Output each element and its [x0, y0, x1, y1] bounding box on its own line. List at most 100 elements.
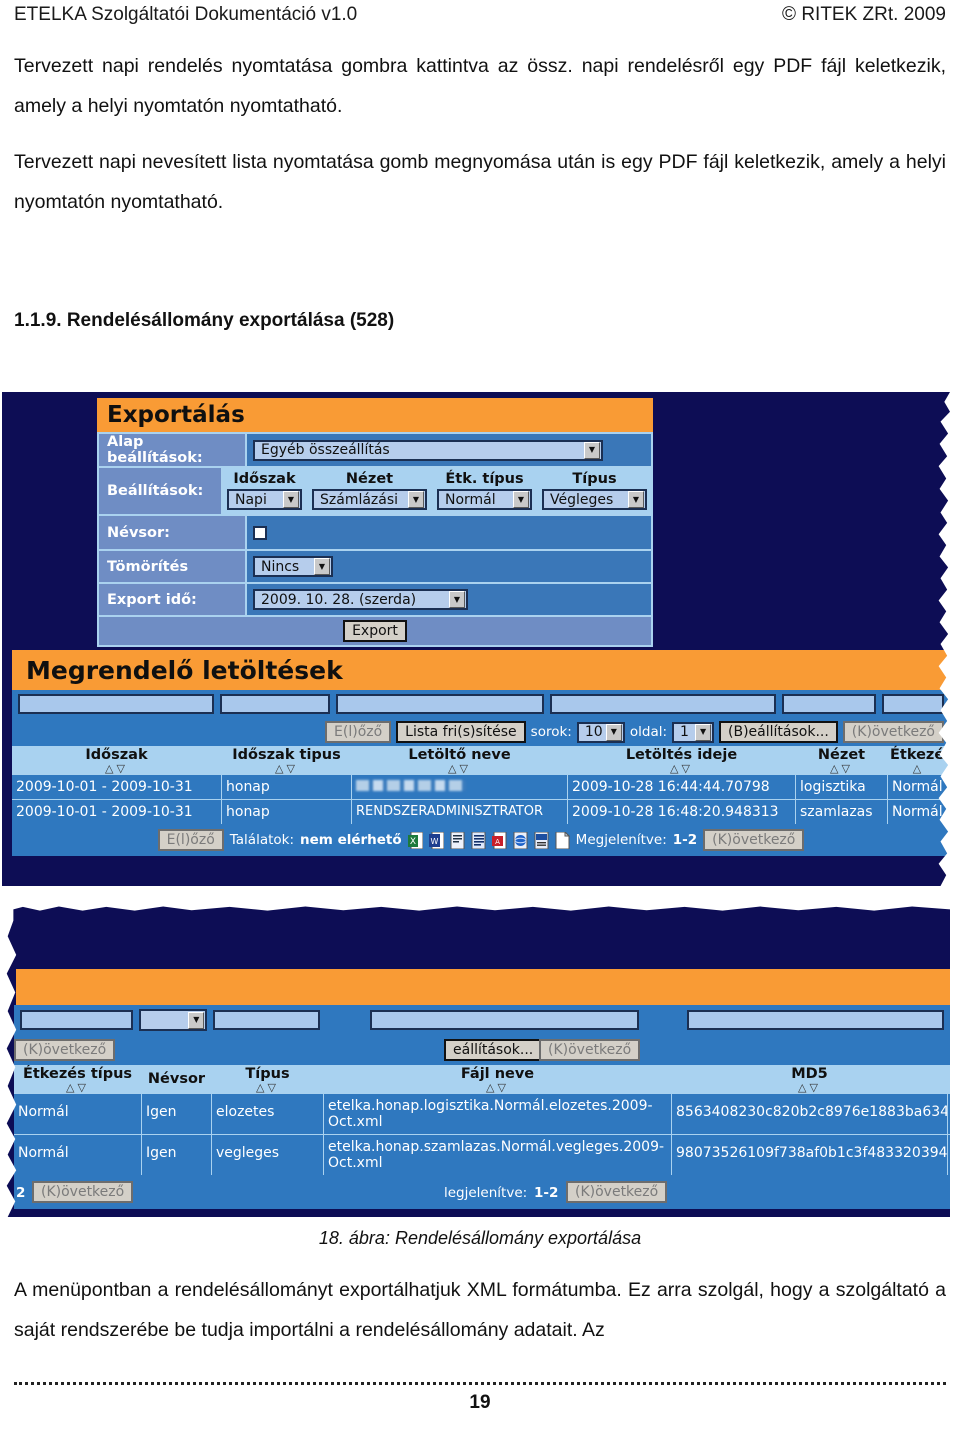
document-copyright: © RITEK ZRt. 2009 [782, 4, 946, 25]
th-letoltes-ideje[interactable]: Letöltés ideje △▽ [568, 746, 796, 774]
sort-arrows-icon[interactable]: △▽ [354, 763, 565, 774]
sort-arrows-icon[interactable]: △▽ [16, 1082, 139, 1093]
excel-icon[interactable]: X [407, 831, 424, 849]
th-md5[interactable]: MD5 △▽ [672, 1065, 948, 1093]
filter-input-idoszak[interactable] [18, 694, 215, 714]
th-fajl-neve[interactable]: Fájl neve △▽ [324, 1065, 672, 1093]
th-letoltes-ideje-label: Letöltés ideje [625, 747, 738, 763]
table-row[interactable]: Normál Igen elozetes etelka.honap.logisz… [14, 1093, 950, 1134]
th-idoszak-tipus[interactable]: Időszak tipus △▽ [222, 746, 352, 774]
rows-label: sorok: [530, 724, 572, 740]
sort-arrows-icon[interactable]: △▽ [214, 1082, 321, 1093]
detail-settings-button[interactable]: eállítások... [444, 1039, 543, 1061]
filter-input-etkezes[interactable] [882, 694, 944, 714]
sort-arrows-icon[interactable]: △▽ [224, 763, 349, 774]
downloads-footer-toolbar: E(l)őző Találatok: nem elérhető X W A Me… [12, 824, 950, 856]
refresh-list-button[interactable]: Lista fri(s)sítése [396, 721, 526, 743]
word-icon[interactable]: W [428, 831, 445, 849]
screenshot-export-panel: Exportálás Alap beállítások: Egyéb össze… [2, 392, 950, 886]
cell-etkezes: Normál [888, 775, 950, 799]
sort-arrows-icon[interactable]: △▽ [674, 1082, 945, 1093]
export-button[interactable]: Export [343, 620, 407, 642]
detail-footer-prev-button[interactable]: (K)övetkező [32, 1181, 134, 1203]
th-tipus[interactable]: Típus △▽ [212, 1065, 324, 1093]
footer-next-button[interactable]: (K)övetkező [703, 829, 805, 851]
page-value: 1 [680, 724, 689, 740]
chevron-down-icon: ▼ [584, 441, 600, 459]
th-etkezes[interactable]: Étkezés △ [888, 746, 950, 774]
settings-button[interactable]: (B)eállítások... [719, 721, 838, 743]
chevron-down-icon: ▼ [513, 491, 529, 508]
html-icon[interactable] [513, 831, 528, 849]
table-row[interactable]: 2009-10-01 - 2009-10-31 honap 2009-10-28… [12, 774, 950, 799]
select-tipus[interactable]: Végleges ▼ [542, 489, 647, 510]
pdf-icon[interactable]: A [491, 831, 507, 849]
filter-input-letolto-neve[interactable] [335, 694, 544, 714]
filter-input-idoszak-tipus[interactable] [220, 694, 330, 714]
field-alap-beallitasok: Egyéb összeállítás ▼ [247, 434, 651, 466]
text-icon[interactable] [471, 831, 486, 849]
th-nevsor-label: Névsor [147, 1071, 206, 1087]
table-row[interactable]: Normál Igen vegleges etelka.honap.szamla… [14, 1134, 950, 1175]
cell-md5: 98073526109f738af0b1c3f483320394 [672, 1135, 948, 1175]
rtf-icon[interactable] [450, 831, 465, 849]
cell-fajl-neve: etelka.honap.logisztika.Normál.elozetes.… [324, 1094, 672, 1134]
table-row[interactable]: 2009-10-01 - 2009-10-31 honap RENDSZERAD… [12, 799, 950, 824]
sort-arrows-icon[interactable]: △▽ [14, 763, 219, 774]
cell-idoszak-tipus: honap [222, 800, 352, 824]
filter-input-nezet[interactable] [782, 694, 877, 714]
th-etkezes-tipus[interactable]: Étkezés típus △▽ [14, 1065, 142, 1093]
select-export-ido[interactable]: 2009. 10. 28. (szerda) ▼ [253, 589, 468, 610]
section-heading: 1.1.9. Rendelésállomány exportálása (528… [14, 310, 395, 331]
th-etkezes-tipus-label: Étkezés típus [22, 1066, 133, 1082]
sort-arrows-icon[interactable]: △ [890, 763, 947, 774]
next-page-button[interactable]: (K)övetkező [842, 721, 944, 743]
paragraph-3: A menüpontban a rendelésállományt export… [14, 1279, 946, 1341]
col-header-etk-tipus: Étk. típus [445, 471, 524, 487]
sort-arrows-icon[interactable]: △▽ [798, 763, 885, 774]
select-alap-beallitasok[interactable]: Egyéb összeállítás ▼ [253, 439, 603, 461]
th-letolto-neve[interactable]: Letöltő neve △▽ [352, 746, 568, 774]
detail-next-button[interactable]: (K)övetkező [539, 1039, 641, 1061]
xml-icon[interactable] [534, 831, 549, 849]
th-nezet[interactable]: Nézet △▽ [796, 746, 888, 774]
downloads-filter-row [12, 690, 950, 718]
prev-page-button[interactable]: E(l)őző [325, 721, 392, 743]
row-export-ido: Export idő: 2009. 10. 28. (szerda) ▼ [99, 584, 651, 617]
select-idoszak[interactable]: Napi ▼ [227, 489, 302, 510]
select-tomorites-value: Nincs [261, 558, 300, 575]
footer-prev-button[interactable]: E(l)őző [157, 829, 224, 851]
select-alap-beallitasok-value: Egyéb összeállítás [261, 442, 390, 458]
filter-select-nevsor[interactable]: ▼ [138, 1009, 208, 1031]
sort-arrows-icon[interactable]: △▽ [326, 1082, 669, 1093]
downloads-panel-title: Megrendelő letöltések [12, 650, 950, 690]
redacted-name [356, 780, 466, 791]
row-nevsor: Névsor: [99, 516, 651, 551]
filter-input-fajl-neve[interactable] [370, 1010, 640, 1030]
cell-tipus: elozetes [212, 1094, 324, 1134]
detail-footer-next-button[interactable]: (K)övetkező [566, 1181, 668, 1203]
cell-md5: 8563408230c820b2c8976e1883ba6346 [672, 1094, 948, 1134]
filter-input-letoltes-ideje[interactable] [549, 694, 777, 714]
th-idoszak[interactable]: Időszak △▽ [12, 746, 222, 774]
th-nevsor[interactable]: Névsor [142, 1065, 212, 1093]
rows-per-page-select[interactable]: 10 ▼ [576, 721, 625, 743]
field-beallitasok: Időszak Nézet Étk. típus Típus Napi ▼ Sz… [223, 468, 651, 514]
document-title: ETELKA Szolgáltatói Dokumentáció v1.0 [14, 4, 358, 25]
sort-arrows-icon[interactable]: △▽ [570, 763, 793, 774]
detail-table-header: Étkezés típus △▽ Névsor Típus △▽ Fájl ne… [14, 1065, 950, 1093]
label-beallitasok: Beállítások: [99, 468, 223, 514]
filter-input-etkezes-tipus[interactable] [20, 1010, 133, 1030]
select-etk-tipus[interactable]: Normál ▼ [437, 489, 532, 510]
downloads-toolbar: E(l)őző Lista fri(s)sítése sorok: 10 ▼ o… [12, 718, 950, 746]
select-nezet[interactable]: Számlázási ▼ [312, 489, 427, 510]
filter-input-tipus[interactable] [213, 1010, 321, 1030]
filter-input-md5[interactable] [687, 1010, 944, 1030]
checkbox-nevsor[interactable] [253, 525, 267, 540]
detail-prev-button[interactable]: (K)övetkező [14, 1039, 116, 1061]
detail-panel: ▼ (K)övetkező eállítások... (K)övetkező … [14, 1005, 950, 1209]
select-tomorites[interactable]: Nincs ▼ [253, 556, 333, 577]
blank-doc-icon[interactable] [555, 830, 570, 849]
page-select[interactable]: 1 ▼ [672, 721, 715, 743]
chevron-down-icon: ▼ [449, 591, 465, 608]
